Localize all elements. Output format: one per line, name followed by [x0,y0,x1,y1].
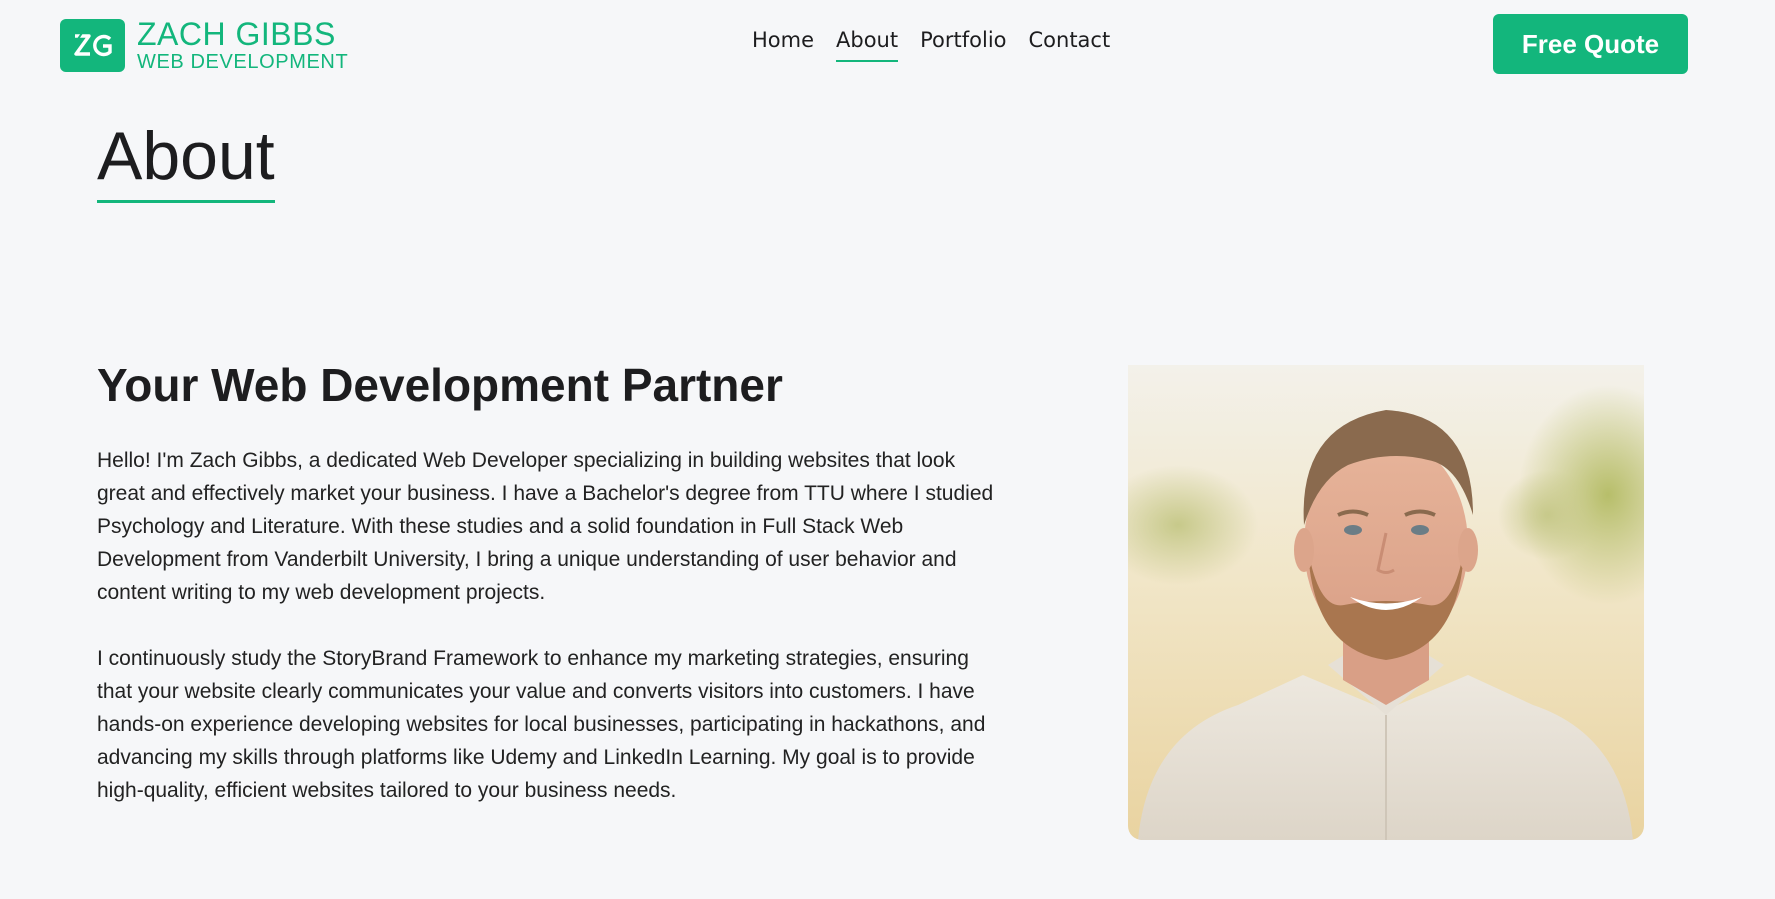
main-nav: Home About Portfolio Contact [752,28,1110,62]
about-paragraph-2: I continuously study the StoryBrand Fram… [97,647,986,802]
logo-text: ZACH GIBBS WEB DEVELOPMENT [137,18,348,72]
logo-name: ZACH GIBBS [137,16,336,52]
free-quote-button[interactable]: Free Quote [1493,14,1688,74]
logo-subtitle: WEB DEVELOPMENT [137,51,349,73]
nav-home[interactable]: Home [752,28,814,62]
about-paragraph-1: Hello! I'm Zach Gibbs, a dedicated Web D… [97,449,994,604]
nav-about[interactable]: About [836,28,899,62]
page-title: About [97,122,275,203]
section-heading: Your Web Development Partner [97,359,783,411]
profile-photo [1128,365,1644,840]
site-logo[interactable]: ZACH GIBBS WEB DEVELOPMENT [60,18,348,72]
nav-contact[interactable]: Contact [1029,28,1111,62]
about-page: ZACH GIBBS WEB DEVELOPMENT Home About Po… [0,0,1775,899]
zg-monogram-icon [60,18,125,72]
nav-portfolio[interactable]: Portfolio [920,28,1006,62]
